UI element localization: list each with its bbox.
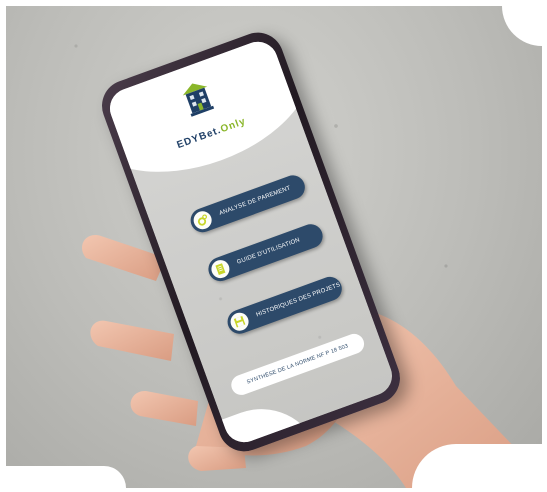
guide-utilisation-button[interactable]: GUIDE D'UTILISATION (205, 220, 327, 285)
analyse-parement-button[interactable]: ANALYSE DE PAREMENT (187, 172, 309, 236)
synthese-norme-label: SYNTHÈSE DE LA NORME NF P 18 503 (246, 343, 350, 386)
document-icon (208, 257, 232, 281)
guide-utilisation-label: GUIDE D'UTILISATION (236, 237, 301, 266)
analyse-parement-label: ANALYSE DE PAREMENT (218, 185, 292, 217)
gears-icon (191, 208, 215, 232)
synthese-norme-link[interactable]: SYNTHÈSE DE LA NORME NF P 18 503 (228, 331, 367, 398)
historiques-projets-label: HISTORIQUES DES PROJETS (255, 282, 342, 319)
white-corner-bottom-left (6, 466, 126, 488)
white-corner-bottom-right (412, 444, 542, 488)
photo-scene: EDYBet.Only ANALYSE DE PAREMENT GUIDE D'… (6, 6, 542, 488)
historiques-projets-button[interactable]: HISTORIQUES DES PROJETS (224, 273, 346, 338)
floppy-disk-icon (228, 310, 252, 334)
